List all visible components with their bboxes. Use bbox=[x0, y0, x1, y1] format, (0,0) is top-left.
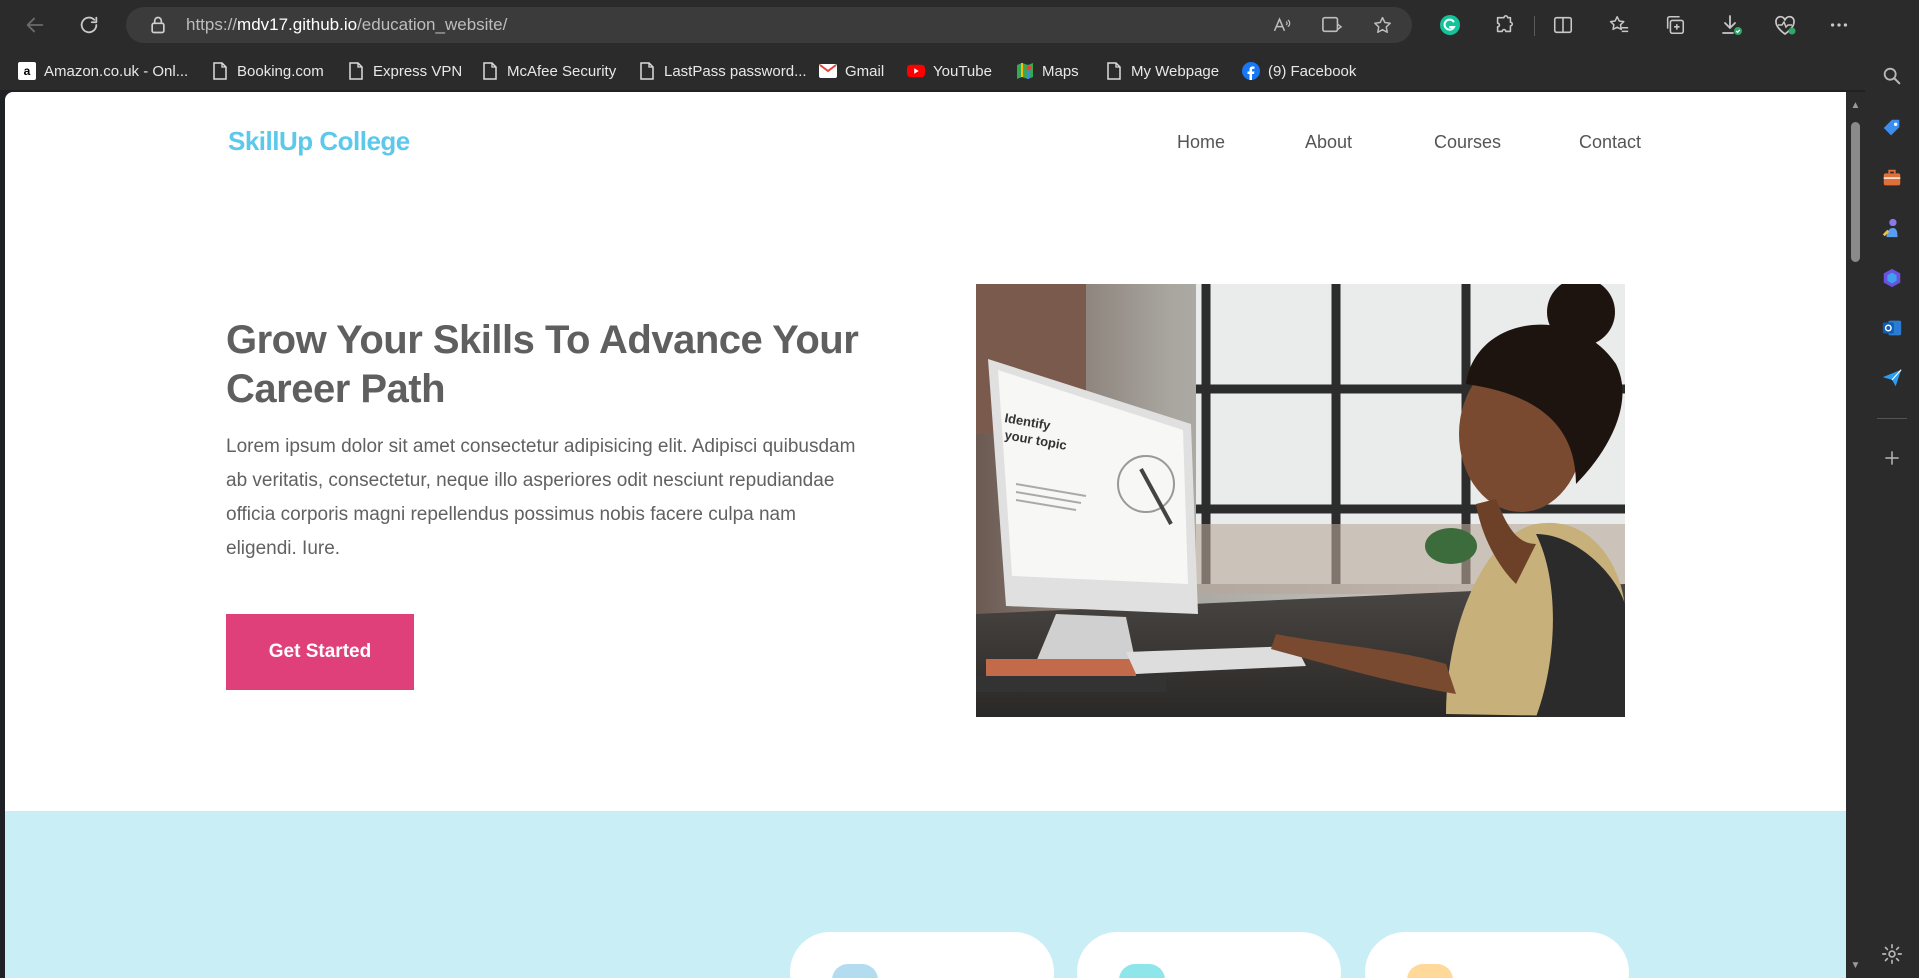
bookmarks-bar: a Amazon.co.uk - Onl... Booking.com Expr… bbox=[0, 50, 1919, 90]
bookmark-youtube[interactable]: YouTube bbox=[907, 60, 992, 82]
scrollbar-thumb[interactable] bbox=[1851, 122, 1860, 262]
search-icon[interactable] bbox=[1878, 62, 1906, 90]
add-icon[interactable] bbox=[1878, 444, 1906, 472]
youtube-icon bbox=[907, 62, 925, 80]
bookmark-mcafee[interactable]: McAfee Security bbox=[481, 60, 616, 82]
feature-card-icon bbox=[832, 964, 878, 978]
downloads-icon[interactable] bbox=[1716, 10, 1746, 40]
hero-image: Identify your topic bbox=[976, 284, 1625, 717]
bookmark-gmail[interactable]: Gmail bbox=[819, 60, 884, 82]
settings-gear-icon[interactable] bbox=[1878, 940, 1906, 968]
site-logo[interactable]: SkillUp College bbox=[228, 126, 410, 157]
bookmark-label: Express VPN bbox=[373, 62, 463, 80]
url-text[interactable]: https://mdv17.github.io/education_websit… bbox=[186, 15, 507, 35]
page-icon bbox=[347, 62, 365, 80]
nav-contact[interactable]: Contact bbox=[1579, 132, 1641, 153]
extensions-icon[interactable] bbox=[1489, 10, 1519, 40]
nav-home[interactable]: Home bbox=[1177, 132, 1225, 153]
feature-card[interactable] bbox=[790, 932, 1054, 978]
maps-icon bbox=[1016, 62, 1034, 80]
bookmark-label: My Webpage bbox=[1131, 62, 1220, 80]
refresh-icon[interactable] bbox=[74, 10, 104, 40]
scroll-up-icon[interactable]: ▲ bbox=[1849, 100, 1862, 111]
page-icon bbox=[481, 62, 499, 80]
toolbar-divider bbox=[1534, 16, 1535, 36]
bookmark-lastpass[interactable]: LastPass password... bbox=[638, 60, 807, 82]
bookmark-label: McAfee Security bbox=[507, 62, 617, 80]
page-viewport: SkillUp College Home About Courses Conta… bbox=[5, 92, 1846, 978]
page-icon bbox=[638, 62, 656, 80]
hero-description: Lorem ipsum dolor sit amet consectetur a… bbox=[226, 436, 856, 559]
browser-toolbar: https://mdv17.github.io/education_websit… bbox=[0, 0, 1919, 50]
bookmark-label: Maps bbox=[1042, 62, 1079, 80]
bookmark-label: YouTube bbox=[933, 62, 992, 80]
page-icon bbox=[1105, 62, 1123, 80]
browser-sidebar bbox=[1865, 0, 1919, 978]
bookmark-label: LastPass password... bbox=[664, 62, 807, 80]
scroll-down-icon[interactable]: ▼ bbox=[1849, 960, 1862, 971]
page-scrollbar[interactable]: ▲ ▼ bbox=[1846, 92, 1865, 978]
facebook-icon bbox=[1242, 62, 1260, 80]
bookmark-facebook[interactable]: (9) Facebook bbox=[1242, 60, 1356, 82]
more-options-icon[interactable] bbox=[1824, 10, 1854, 40]
bookmark-amazon[interactable]: a Amazon.co.uk - Onl... bbox=[18, 60, 188, 82]
gmail-icon bbox=[819, 62, 837, 80]
collections-icon[interactable] bbox=[1660, 10, 1690, 40]
amazon-icon: a bbox=[18, 62, 36, 80]
svg-text:a: a bbox=[24, 64, 31, 78]
feature-card[interactable] bbox=[1077, 932, 1341, 978]
shopping-tag-icon[interactable] bbox=[1878, 114, 1906, 142]
bookmark-my-webpage[interactable]: My Webpage bbox=[1105, 60, 1219, 82]
lock-icon[interactable] bbox=[148, 15, 168, 35]
immersive-reader-icon[interactable] bbox=[1319, 12, 1345, 38]
get-started-button[interactable]: Get Started bbox=[226, 614, 414, 690]
bookmark-maps[interactable]: Maps bbox=[1016, 60, 1079, 82]
feature-card[interactable] bbox=[1365, 932, 1629, 978]
sidebar-divider bbox=[1877, 418, 1907, 419]
send-icon[interactable] bbox=[1878, 364, 1906, 392]
browser-essentials-icon[interactable] bbox=[1770, 10, 1800, 40]
nav-courses[interactable]: Courses bbox=[1434, 132, 1501, 153]
read-aloud-icon[interactable] bbox=[1269, 12, 1295, 38]
games-icon[interactable] bbox=[1878, 214, 1906, 242]
bookmark-express-vpn[interactable]: Express VPN bbox=[347, 60, 462, 82]
bookmark-label: Booking.com bbox=[237, 62, 324, 80]
grammarly-icon[interactable] bbox=[1435, 10, 1465, 40]
address-bar[interactable]: https://mdv17.github.io/education_websit… bbox=[126, 7, 1412, 43]
hero-title: Grow Your Skills To Advance Your Career … bbox=[226, 318, 859, 411]
feature-card-icon bbox=[1119, 964, 1165, 978]
tools-briefcase-icon[interactable] bbox=[1878, 164, 1906, 192]
bookmark-label: Amazon.co.uk - Onl... bbox=[44, 62, 189, 80]
nav-about[interactable]: About bbox=[1305, 132, 1352, 153]
favorite-star-icon[interactable] bbox=[1369, 12, 1395, 38]
page-icon bbox=[211, 62, 229, 80]
split-screen-icon[interactable] bbox=[1548, 10, 1578, 40]
back-icon[interactable] bbox=[20, 10, 50, 40]
copilot-sidebar-icon[interactable] bbox=[1878, 264, 1906, 292]
bookmark-booking[interactable]: Booking.com bbox=[211, 60, 324, 82]
outlook-icon[interactable] bbox=[1878, 314, 1906, 342]
bookmark-label: (9) Facebook bbox=[1268, 62, 1357, 80]
bookmark-label: Gmail bbox=[845, 62, 885, 80]
feature-card-icon bbox=[1407, 964, 1453, 978]
favorites-icon[interactable] bbox=[1604, 10, 1634, 40]
